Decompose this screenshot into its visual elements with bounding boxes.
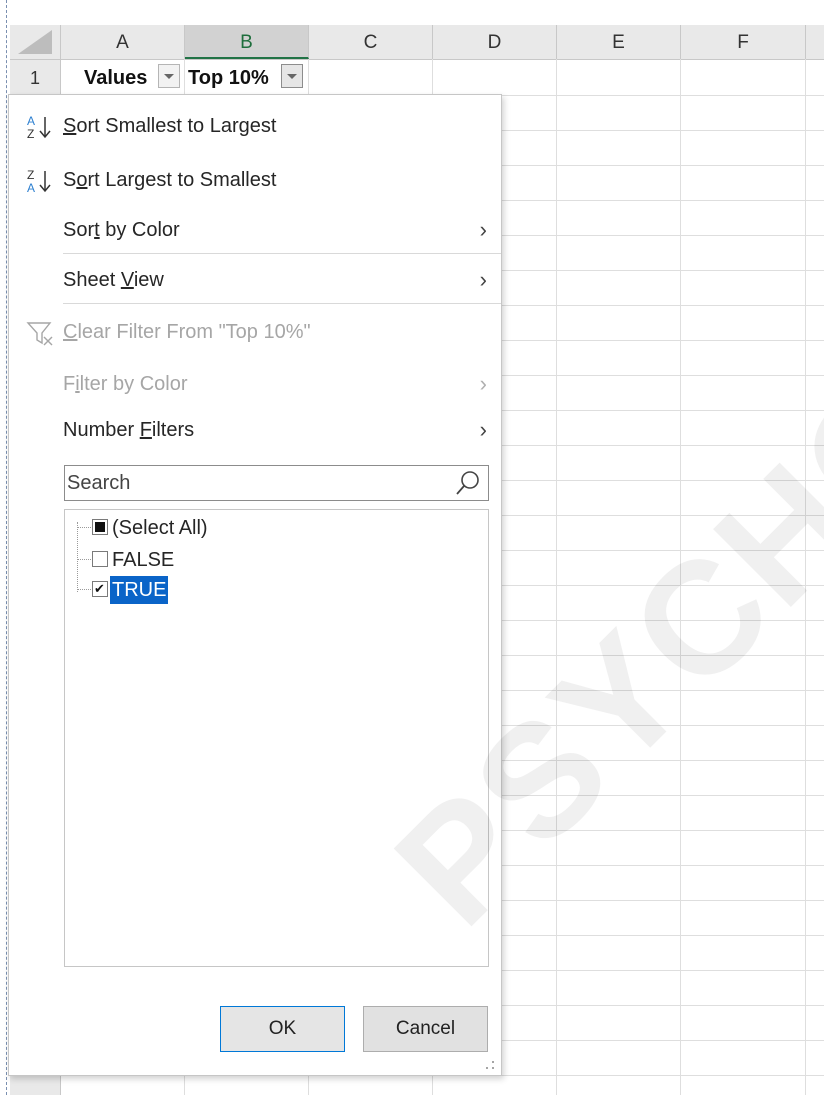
false-checkbox[interactable] <box>92 551 108 567</box>
menu-separator <box>63 253 501 254</box>
grid-line <box>680 59 681 1095</box>
grid-line <box>805 59 806 1095</box>
chevron-right-icon: › <box>479 217 487 242</box>
number-filters-item[interactable]: Number Filters › <box>9 407 501 453</box>
column-header-f[interactable]: F <box>681 25 806 59</box>
search-input[interactable] <box>67 468 447 498</box>
chevron-right-icon: › <box>479 371 487 396</box>
filter-by-color-label: Filter by Color <box>63 373 188 395</box>
cell-a1[interactable]: Values <box>84 60 158 95</box>
svg-text:A: A <box>27 181 35 195</box>
menu-separator <box>63 303 501 304</box>
filter-by-color-item[interactable]: Filter by Color › <box>9 361 501 407</box>
column-header-a[interactable]: A <box>61 25 185 59</box>
select-all-label: (Select All) <box>112 517 208 539</box>
sort-by-color-item[interactable]: Sort by Color › <box>9 207 501 253</box>
true-checkbox[interactable] <box>92 575 108 603</box>
sheet-view-label: Sheet View <box>63 269 164 291</box>
page-break-line <box>6 0 7 1095</box>
sheet-view-item[interactable]: Sheet View › <box>9 257 501 303</box>
filter-dropdown-button-a[interactable] <box>158 64 180 88</box>
filter-dropdown-button-b[interactable] <box>281 64 303 88</box>
search-icon[interactable] <box>454 469 482 497</box>
svg-text:A: A <box>27 114 35 128</box>
select-all-triangle-icon <box>18 30 52 54</box>
sort-a-z-icon: A Z <box>27 114 51 141</box>
select-all-checkbox[interactable] <box>92 519 108 535</box>
sort-ascending-item[interactable]: A Z Sort Smallest to Largest <box>9 103 501 149</box>
sort-by-color-label: Sort by Color <box>63 219 180 241</box>
tree-connector <box>77 559 91 560</box>
column-header-b[interactable]: B <box>185 25 309 59</box>
false-label: FALSE <box>112 549 175 571</box>
tree-connector <box>77 589 91 590</box>
sort-z-a-icon: Z A <box>27 168 51 195</box>
filter-values-list[interactable]: (Select All) FALSE TRUE <box>64 509 489 967</box>
resize-grip-icon[interactable] <box>485 1060 495 1070</box>
svg-text:Z: Z <box>27 168 34 182</box>
tree-connector <box>77 527 91 528</box>
sort-descending-item[interactable]: Z A Sort Largest to Smallest <box>9 157 501 203</box>
clear-filter-label: Clear Filter From "Top 10%" <box>63 321 311 343</box>
number-filters-label: Number Filters <box>63 419 195 441</box>
cell-b1[interactable]: Top 10% <box>188 60 280 95</box>
tree-connector <box>77 522 78 592</box>
chevron-right-icon: › <box>479 267 487 292</box>
grid-line <box>556 59 557 1095</box>
clear-filter-icon <box>26 322 53 346</box>
sort-descending-label: Sort Largest to Smallest <box>63 169 277 191</box>
column-header-c[interactable]: C <box>309 25 433 59</box>
true-label: TRUE <box>110 576 169 604</box>
autofilter-dropdown: A Z Sort Smallest to Largest Z A Sort La… <box>8 94 502 1076</box>
svg-text:Z: Z <box>27 127 34 141</box>
search-box <box>64 465 489 501</box>
cancel-button[interactable]: Cancel <box>363 1006 488 1052</box>
column-header-e[interactable]: E <box>557 25 681 59</box>
column-header-d[interactable]: D <box>433 25 557 59</box>
chevron-right-icon: › <box>479 417 487 442</box>
sort-ascending-label: Sort Smallest to Largest <box>63 115 277 137</box>
ok-button[interactable]: OK <box>220 1006 345 1052</box>
row-header-1[interactable]: 1 <box>10 60 61 95</box>
clear-filter-item[interactable]: Clear Filter From "Top 10%" <box>9 309 501 355</box>
